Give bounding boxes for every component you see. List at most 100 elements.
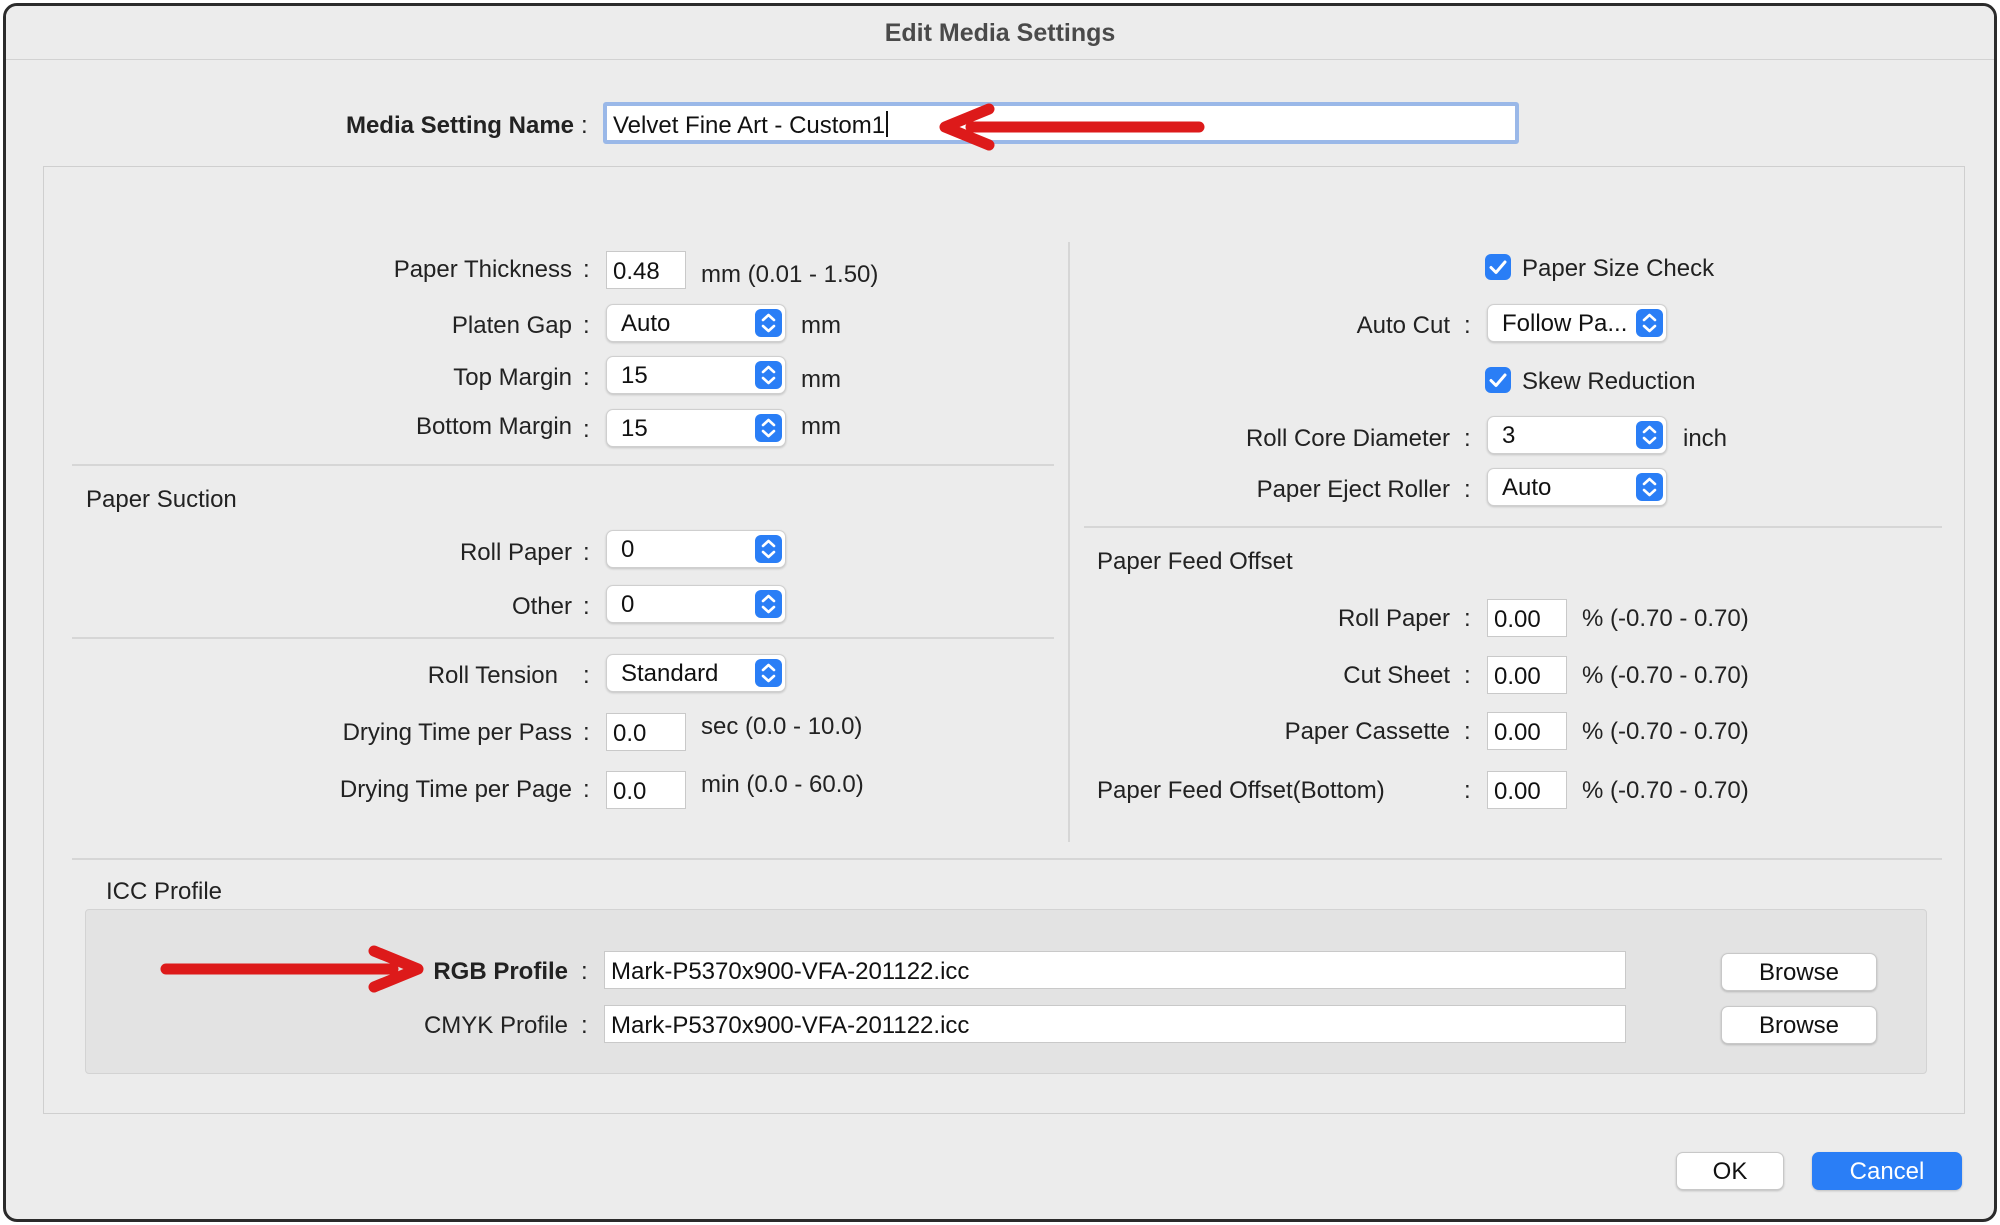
cmyk-profile-input[interactable]: Mark-P5370x900-VFA-201122.icc xyxy=(604,1005,1626,1043)
colon: : xyxy=(1464,312,1471,339)
skew-reduction-label: Skew Reduction xyxy=(1522,368,1696,395)
checkmark-icon xyxy=(1489,260,1507,274)
drying-page-input[interactable]: 0.0 xyxy=(606,771,686,809)
colon: : xyxy=(581,1012,588,1039)
paper-thickness-unit: mm (0.01 - 1.50) xyxy=(701,261,879,288)
roll-core-diameter-unit: inch xyxy=(1683,425,1728,452)
up-down-chevron-icon xyxy=(1636,309,1663,337)
auto-cut-select[interactable]: Follow Pa... xyxy=(1487,304,1667,342)
up-down-chevron-icon xyxy=(1636,421,1663,449)
roll-tension-value: Standard xyxy=(621,660,719,687)
cmyk-profile-label: CMYK Profile xyxy=(423,1012,568,1039)
media-setting-name-label: Media Setting Name xyxy=(345,112,574,139)
paper-thickness-label: Paper Thickness xyxy=(393,256,572,283)
drying-page-unit: min (0.0 - 60.0) xyxy=(701,771,864,798)
bottom-margin-label: Bottom Margin xyxy=(415,413,572,440)
suction-other-label: Other xyxy=(511,593,572,620)
colon: : xyxy=(1464,662,1471,689)
red-arrow-icon xyxy=(160,945,424,993)
feed-roll-paper-unit: % (-0.70 - 0.70) xyxy=(1582,605,1749,632)
suction-other-value: 0 xyxy=(621,591,635,618)
paper-eject-roller-label: Paper Eject Roller xyxy=(1256,476,1450,503)
colon: : xyxy=(583,312,590,339)
feed-paper-cassette-unit: % (-0.70 - 0.70) xyxy=(1582,718,1749,745)
colon: : xyxy=(583,719,590,746)
bottom-margin-value: 15 xyxy=(621,415,648,442)
paper-eject-roller-select[interactable]: Auto xyxy=(1487,468,1667,506)
skew-reduction-checkbox[interactable] xyxy=(1485,367,1511,393)
feed-paper-cassette-input[interactable]: 0.00 xyxy=(1487,712,1567,750)
colon: : xyxy=(583,364,590,391)
colon: : xyxy=(581,958,588,985)
checkmark-icon xyxy=(1489,373,1507,387)
red-arrow-icon xyxy=(939,103,1205,151)
cmyk-browse-button[interactable]: Browse xyxy=(1721,1006,1877,1044)
up-down-chevron-icon xyxy=(755,659,782,687)
suction-roll-paper-label: Roll Paper xyxy=(459,539,572,566)
auto-cut-label: Auto Cut xyxy=(1356,312,1450,339)
up-down-chevron-icon xyxy=(1636,473,1663,501)
drying-pass-input[interactable]: 0.0 xyxy=(606,713,686,751)
colon: : xyxy=(583,662,590,689)
feed-roll-paper-input[interactable]: 0.00 xyxy=(1487,599,1567,637)
feed-cut-sheet-input[interactable]: 0.00 xyxy=(1487,656,1567,694)
roll-core-diameter-select[interactable]: 3 xyxy=(1487,416,1667,454)
column-divider xyxy=(1068,242,1070,842)
drying-pass-unit: sec (0.0 - 10.0) xyxy=(701,713,863,740)
up-down-chevron-icon xyxy=(755,309,782,337)
top-margin-select[interactable]: 15 xyxy=(606,356,786,394)
feed-cut-sheet-unit: % (-0.70 - 0.70) xyxy=(1582,662,1749,689)
feed-bottom-label: Paper Feed Offset(Bottom) xyxy=(1097,777,1385,804)
title-bar: Edit Media Settings xyxy=(6,6,1994,60)
top-margin-label: Top Margin xyxy=(453,364,572,391)
divider xyxy=(72,637,1054,639)
roll-core-diameter-label: Roll Core Diameter xyxy=(1245,425,1450,452)
top-margin-value: 15 xyxy=(621,362,648,389)
rgb-profile-input[interactable]: Mark-P5370x900-VFA-201122.icc xyxy=(604,951,1626,989)
window-title: Edit Media Settings xyxy=(884,19,1116,47)
colon: : xyxy=(583,416,590,443)
icc-profile-heading: ICC Profile xyxy=(106,878,223,905)
text-cursor xyxy=(886,111,889,137)
colon: : xyxy=(583,776,590,803)
paper-size-check-checkbox[interactable] xyxy=(1485,254,1511,280)
suction-roll-paper-value: 0 xyxy=(621,536,635,563)
ok-button[interactable]: OK xyxy=(1676,1152,1784,1190)
top-margin-unit: mm xyxy=(801,366,841,393)
suction-roll-paper-select[interactable]: 0 xyxy=(606,530,786,568)
up-down-chevron-icon xyxy=(755,361,782,389)
platen-gap-value: Auto xyxy=(621,310,671,337)
colon: : xyxy=(583,256,590,283)
edit-media-settings-dialog: Edit Media Settings Media Setting Name :… xyxy=(3,3,1997,1222)
bottom-margin-select[interactable]: 15 xyxy=(606,409,786,447)
rgb-browse-button[interactable]: Browse xyxy=(1721,953,1877,991)
up-down-chevron-icon xyxy=(755,590,782,618)
divider xyxy=(1084,526,1942,528)
colon: : xyxy=(583,539,590,566)
media-setting-name-value: Velvet Fine Art - Custom1 xyxy=(613,112,886,139)
roll-tension-select[interactable]: Standard xyxy=(606,654,786,692)
platen-gap-label: Platen Gap xyxy=(451,312,572,339)
bottom-margin-unit: mm xyxy=(801,413,841,440)
drying-page-label: Drying Time per Page xyxy=(339,776,572,803)
platen-gap-select[interactable]: Auto xyxy=(606,304,786,342)
drying-pass-label: Drying Time per Pass xyxy=(342,719,572,746)
colon: : xyxy=(1464,605,1471,632)
platen-gap-unit: mm xyxy=(801,312,841,339)
up-down-chevron-icon xyxy=(755,535,782,563)
paper-feed-offset-heading: Paper Feed Offset xyxy=(1097,548,1293,575)
feed-roll-paper-label: Roll Paper xyxy=(1337,605,1450,632)
colon: : xyxy=(581,112,588,139)
colon: : xyxy=(1464,425,1471,452)
paper-thickness-input[interactable]: 0.48 xyxy=(606,251,686,289)
paper-eject-roller-value: Auto xyxy=(1502,474,1552,501)
suction-other-select[interactable]: 0 xyxy=(606,585,786,623)
roll-tension-label: Roll Tension xyxy=(427,662,558,689)
roll-core-diameter-value: 3 xyxy=(1502,422,1516,449)
cancel-button[interactable]: Cancel xyxy=(1812,1152,1962,1190)
feed-bottom-unit: % (-0.70 - 0.70) xyxy=(1582,777,1749,804)
feed-bottom-input[interactable]: 0.00 xyxy=(1487,771,1567,809)
feed-cut-sheet-label: Cut Sheet xyxy=(1343,662,1450,689)
divider xyxy=(72,858,1942,860)
divider xyxy=(72,464,1054,466)
